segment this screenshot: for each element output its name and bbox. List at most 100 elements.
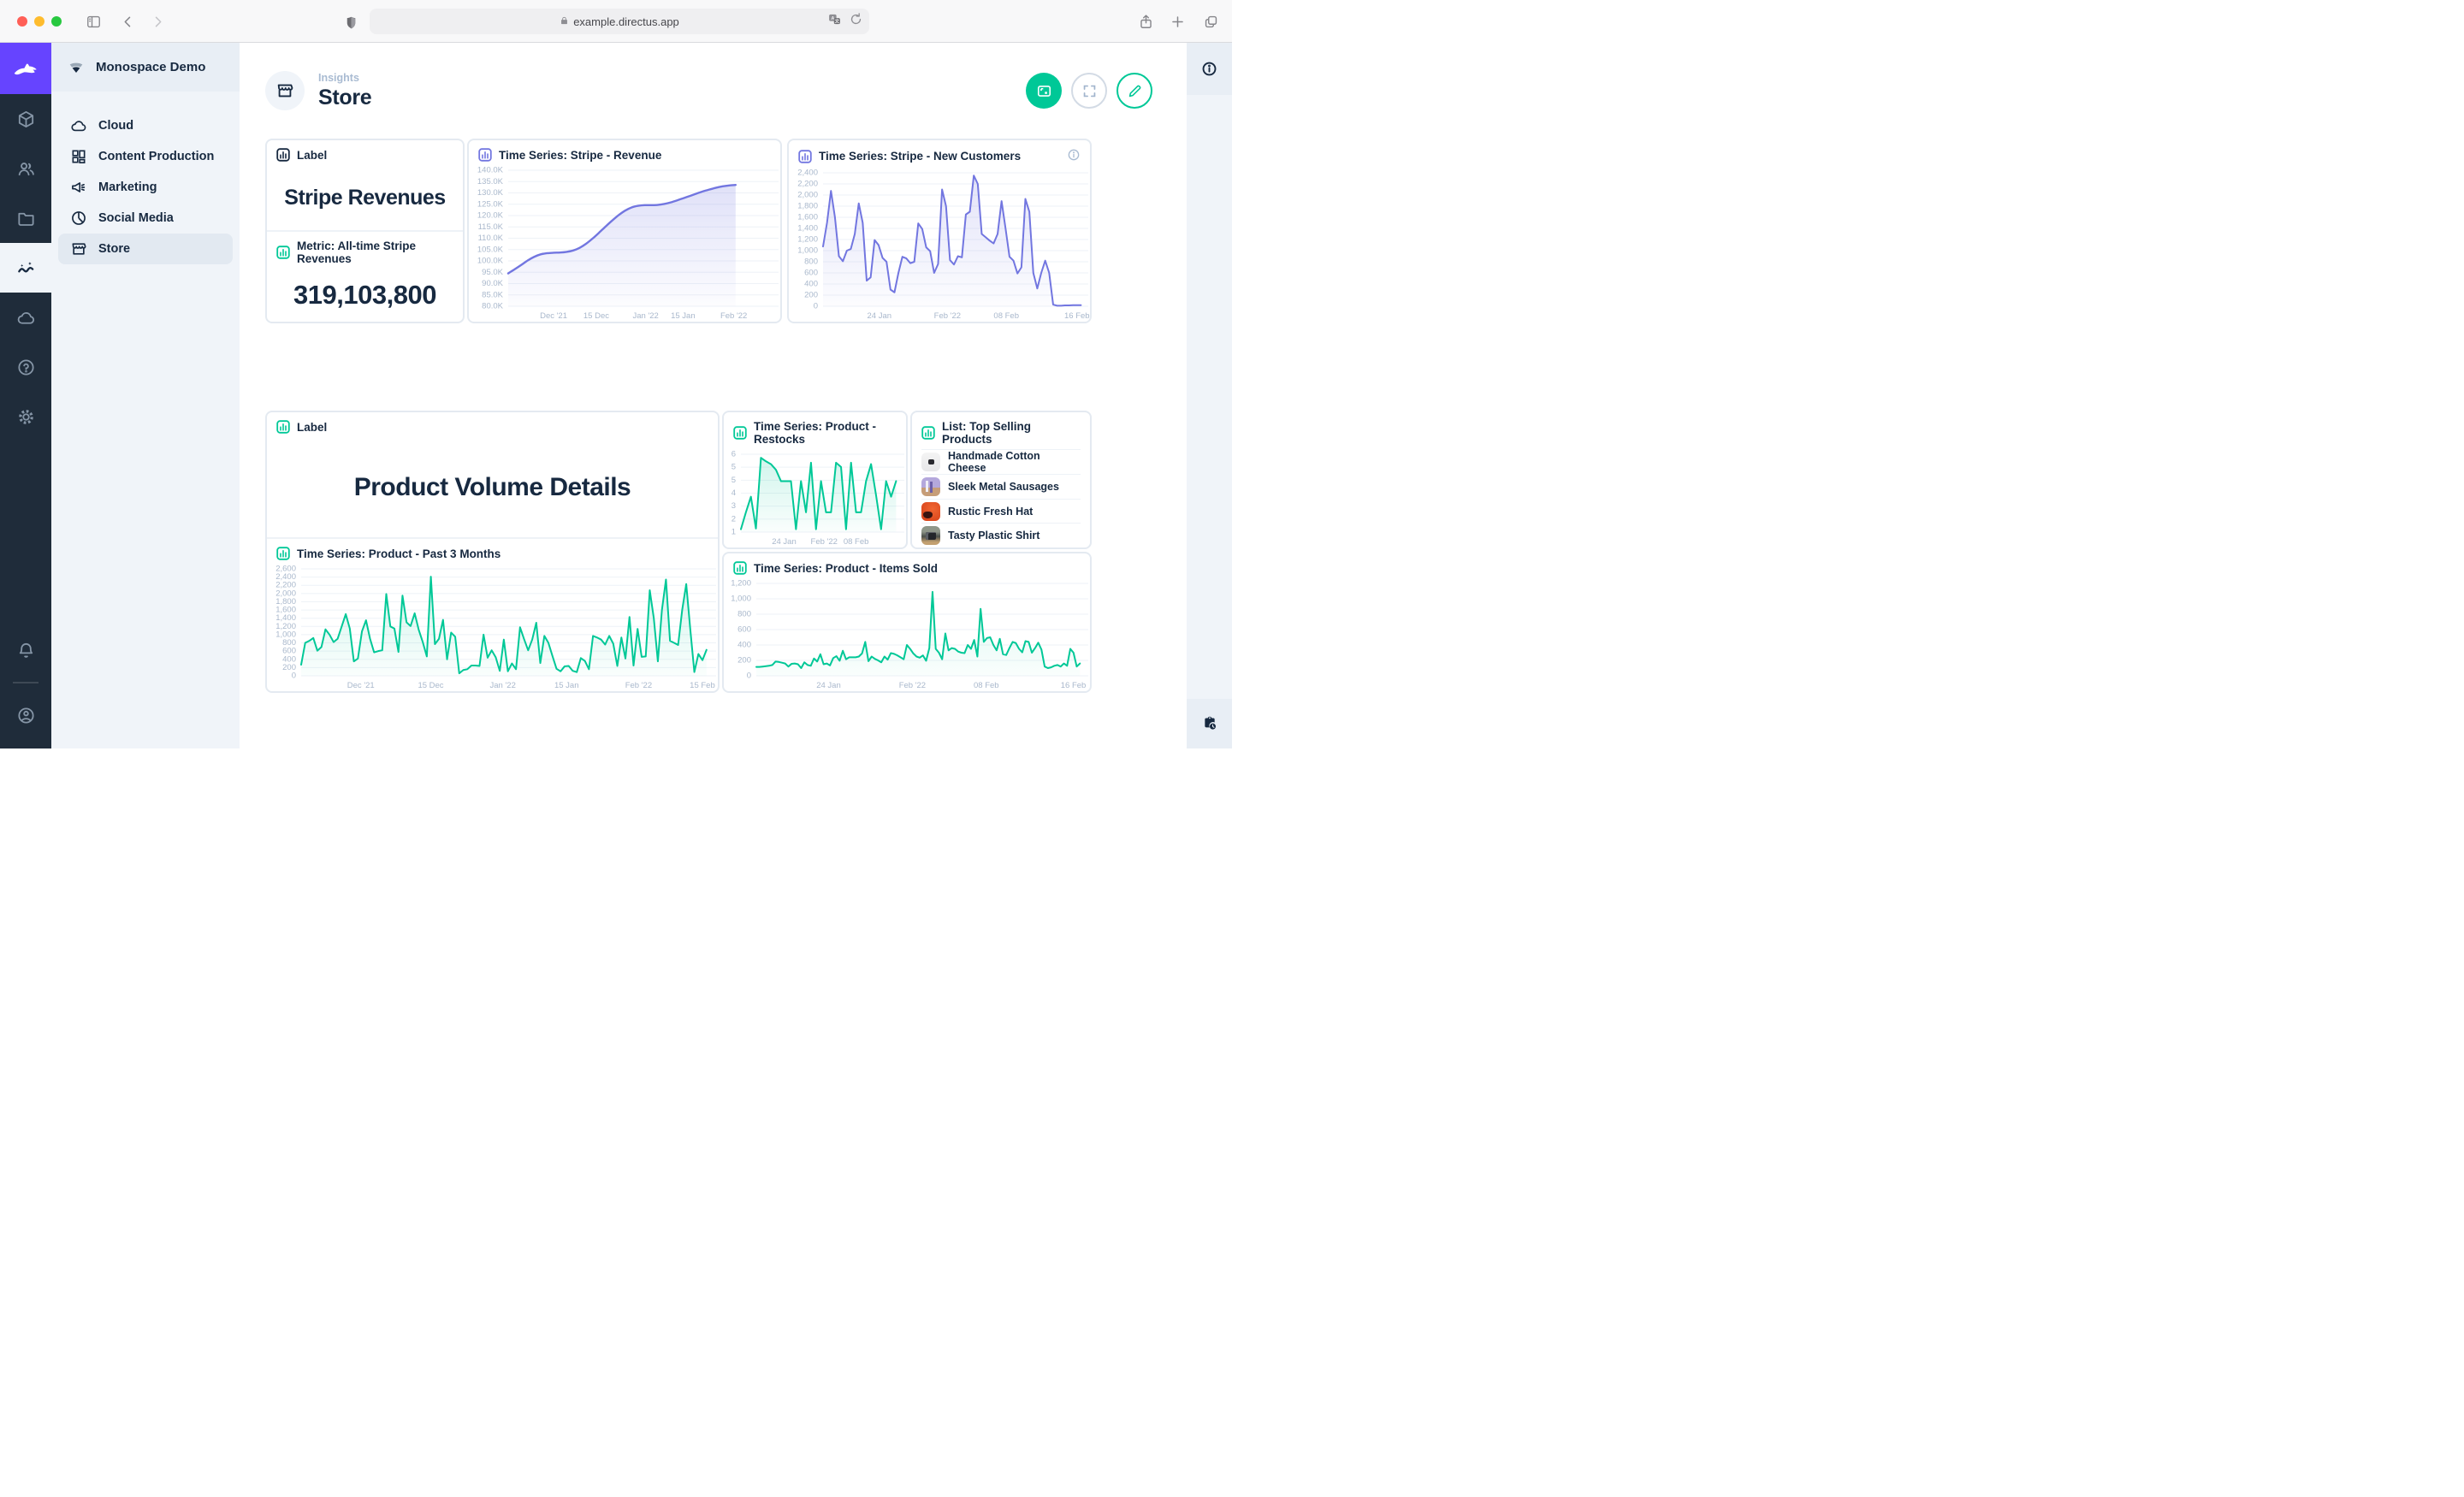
sidebar-item-label: Cloud — [98, 119, 133, 133]
list-item[interactable]: Tasty Plastic Shirt — [921, 523, 1081, 547]
svg-text:24 Jan: 24 Jan — [772, 537, 797, 547]
panel-chart-icon — [276, 420, 290, 434]
back-icon[interactable] — [117, 11, 138, 32]
svg-text:15 Dec: 15 Dec — [418, 681, 443, 690]
svg-text:100.0K: 100.0K — [477, 257, 504, 266]
svg-text:3: 3 — [732, 501, 736, 511]
edit-dashboard-button[interactable] — [1116, 73, 1152, 109]
panel-chart-icon — [921, 426, 935, 440]
cloud-icon — [70, 117, 87, 134]
svg-text:2: 2 — [732, 514, 736, 524]
svg-text:140.0K: 140.0K — [477, 166, 504, 175]
svg-text:24 Jan: 24 Jan — [816, 681, 841, 690]
module-settings-icon[interactable] — [0, 392, 51, 441]
module-insights-icon[interactable] — [0, 243, 51, 293]
product-thumbnail — [921, 453, 940, 471]
translate-icon[interactable]: A文 — [827, 12, 842, 29]
panel-header: Metric: All-time Stripe Revenues — [297, 240, 453, 265]
right-sidebar-rail — [1187, 43, 1232, 748]
svg-text:Dec '21: Dec '21 — [540, 311, 567, 321]
pie-chart-icon — [70, 210, 87, 227]
notifications-bell-icon[interactable] — [0, 625, 51, 675]
svg-text:15 Jan: 15 Jan — [554, 681, 579, 690]
page-title: Store — [318, 86, 371, 110]
forward-icon[interactable] — [147, 11, 168, 32]
panel-product-restocks: Time Series: Product - Restocks 65543212… — [722, 411, 908, 549]
address-bar[interactable]: example.directus.app A文 — [370, 9, 869, 34]
svg-text:Jan '22: Jan '22 — [633, 311, 659, 321]
present-mode-button[interactable] — [1026, 73, 1062, 109]
minimize-window-button[interactable] — [34, 16, 44, 27]
svg-text:400: 400 — [804, 280, 818, 289]
svg-text:95.0K: 95.0K — [482, 268, 503, 277]
product-restocks-chart: 655432124 JanFeb '2208 Feb — [724, 449, 906, 547]
sidebar-item-label: Content Production — [98, 150, 214, 163]
svg-text:16 Feb: 16 Feb — [1061, 681, 1087, 690]
svg-text:400: 400 — [737, 641, 751, 650]
module-content-icon[interactable] — [0, 94, 51, 144]
panel-chart-icon — [276, 246, 290, 259]
module-files-icon[interactable] — [0, 193, 51, 243]
module-help-icon[interactable] — [0, 342, 51, 392]
svg-text:110.0K: 110.0K — [478, 234, 504, 243]
panel-header: Label — [297, 421, 327, 434]
directus-logo[interactable] — [0, 43, 51, 94]
storefront-icon — [70, 240, 87, 257]
panel-chart-icon — [798, 150, 812, 163]
new-tab-icon[interactable] — [1167, 11, 1188, 32]
panel-info-icon[interactable] — [1067, 148, 1081, 164]
svg-text:Jan '22: Jan '22 — [490, 681, 516, 690]
sidebar-item-store[interactable]: Store — [58, 234, 233, 264]
project-header[interactable]: Monospace Demo — [51, 43, 240, 92]
svg-text:120.0K: 120.0K — [477, 211, 504, 221]
svg-text:08 Feb: 08 Feb — [974, 681, 999, 690]
sidebar-item-cloud[interactable]: Cloud — [58, 110, 233, 141]
project-name: Monospace Demo — [96, 60, 205, 74]
stripe-new-customers-chart: 2,4002,2002,0001,8001,6001,4001,2001,000… — [789, 168, 1090, 322]
tab-overview-icon[interactable] — [1200, 11, 1221, 32]
svg-text:600: 600 — [804, 269, 818, 278]
svg-text:2,200: 2,200 — [797, 180, 818, 189]
module-cloud-icon[interactable] — [0, 293, 51, 342]
svg-text:2,400: 2,400 — [797, 169, 818, 178]
svg-text:80.0K: 80.0K — [482, 302, 503, 311]
zoom-window-button[interactable] — [51, 16, 62, 27]
fullscreen-button[interactable] — [1071, 73, 1107, 109]
sidebar-item-content-production[interactable]: Content Production — [58, 141, 233, 172]
list-item[interactable]: Sleek Metal Sausages — [921, 474, 1081, 499]
panel-chart-icon — [276, 148, 290, 162]
privacy-shield-icon[interactable] — [341, 12, 361, 33]
svg-text:1: 1 — [732, 528, 736, 537]
panel-chart-icon — [733, 426, 747, 440]
panel-header: Time Series: Stripe - New Customers — [819, 150, 1021, 163]
user-avatar-icon[interactable] — [0, 690, 51, 740]
project-sidebar: Monospace Demo Cloud Content Production … — [51, 43, 240, 748]
sidebar-toggle-icon[interactable] — [83, 11, 104, 32]
clipboard-clock-icon — [1201, 715, 1218, 732]
product-thumbnail — [921, 526, 940, 545]
dashboard-grid-icon — [70, 148, 87, 165]
svg-text:0: 0 — [814, 302, 818, 311]
breadcrumb[interactable]: Insights — [318, 72, 371, 84]
dashboard-workspace: Label Stripe Revenues Metric: All-time S… — [240, 139, 1187, 748]
svg-text:Feb '22: Feb '22 — [934, 311, 961, 321]
svg-text:85.0K: 85.0K — [482, 290, 503, 299]
module-users-icon[interactable] — [0, 144, 51, 193]
svg-text:5: 5 — [732, 476, 736, 485]
svg-text:105.0K: 105.0K — [477, 245, 504, 254]
panel-label-stripe: Label Stripe Revenues Metric: All-time S… — [265, 139, 465, 323]
share-icon[interactable] — [1135, 11, 1156, 32]
project-logo-icon — [67, 58, 86, 77]
close-window-button[interactable] — [17, 16, 27, 27]
svg-text:200: 200 — [804, 291, 818, 300]
list-item[interactable]: Handmade Cotton Cheese — [921, 449, 1081, 474]
reload-icon[interactable] — [849, 12, 863, 29]
sidebar-item-marketing[interactable]: Marketing — [58, 172, 233, 203]
sidebar-info-button[interactable] — [1187, 43, 1232, 95]
main-content: Insights Store — [240, 43, 1187, 748]
list-item[interactable]: Rustic Fresh Hat — [921, 499, 1081, 524]
panel-chart-icon — [276, 547, 290, 560]
svg-text:800: 800 — [737, 610, 751, 619]
sidebar-item-social-media[interactable]: Social Media — [58, 203, 233, 234]
activity-log-button[interactable] — [1187, 699, 1232, 748]
